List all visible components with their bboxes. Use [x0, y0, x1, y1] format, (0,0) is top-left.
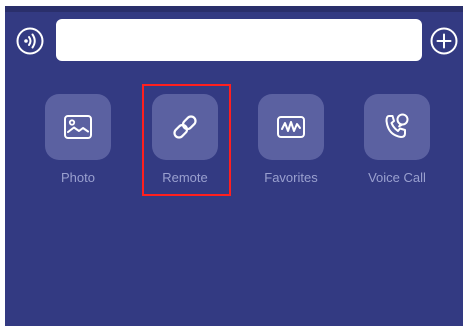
- voice-call-label: Voice Call: [368, 170, 426, 185]
- voice-call-action[interactable]: Voice Call: [351, 94, 443, 185]
- add-button[interactable]: [429, 26, 459, 56]
- remote-action[interactable]: Remote: [139, 94, 231, 185]
- photo-label: Photo: [61, 170, 95, 185]
- voice-call-icon: [385, 113, 409, 138]
- link-icon: [173, 115, 197, 139]
- waveform-icon: [277, 116, 305, 138]
- top-strip: [5, 6, 463, 12]
- photo-tile[interactable]: [45, 94, 111, 160]
- voice-input-button[interactable]: [15, 26, 45, 56]
- voice-wave-icon: [16, 27, 44, 55]
- favorites-tile[interactable]: [258, 94, 324, 160]
- favorites-action[interactable]: Favorites: [245, 94, 337, 185]
- voice-call-tile[interactable]: [364, 94, 430, 160]
- remote-tile[interactable]: [152, 94, 218, 160]
- photo-icon: [64, 115, 92, 139]
- chat-input-panel: Photo Remote Favorites Voice Call: [5, 6, 463, 326]
- photo-action[interactable]: Photo: [32, 94, 124, 185]
- remote-label: Remote: [162, 170, 208, 185]
- message-input[interactable]: [56, 19, 422, 61]
- plus-circle-icon: [430, 27, 458, 55]
- favorites-label: Favorites: [264, 170, 318, 185]
